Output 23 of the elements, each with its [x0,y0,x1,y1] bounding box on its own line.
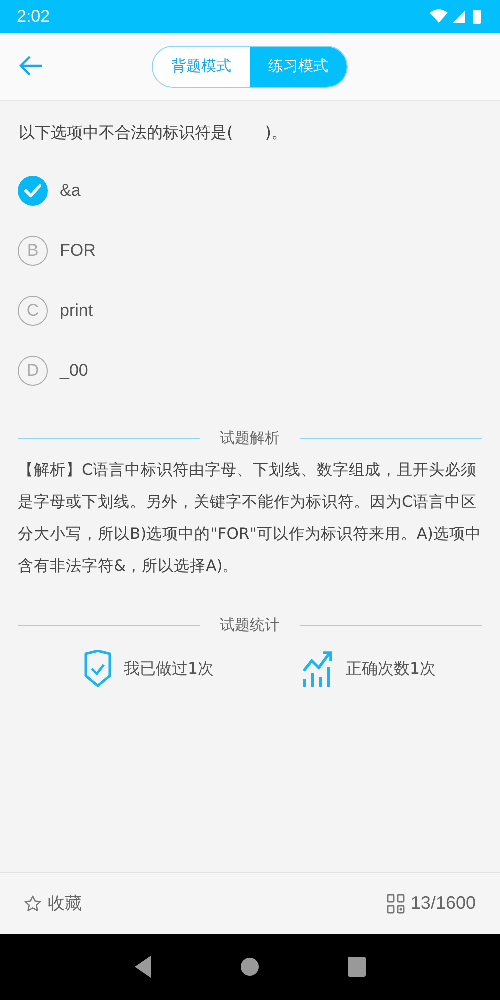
option-text[interactable]: &a [60,181,81,201]
grid-icon [386,894,405,914]
back-icon[interactable] [133,955,154,979]
favorite-button[interactable]: 收藏 [24,892,82,915]
option-text[interactable]: FOR [60,241,96,261]
stat-text: 我已做过1次 [124,658,214,680]
back-arrow-icon[interactable] [18,55,44,77]
check-icon[interactable] [18,176,48,206]
star-icon [24,894,42,912]
progress-button[interactable]: 13/1600 [386,893,476,914]
stat-text: 正确次数1次 [346,658,436,680]
section-heading: 试题统计 [220,616,280,635]
chart-trend-icon [302,649,334,689]
option-text[interactable]: _00 [60,361,88,381]
status-time: 2:02 [17,6,50,26]
question-text: 以下选项中不合法的标识符是( )。 [18,122,288,144]
analysis-text: 【解析】C语言中标识符由字母、下划线、数字组成，且开头必须是字母或下划线。另外，关键字不能作为标识符。因为C语言中区分大小写，所以B)选项中的"FOR"可以作为标识符来用。A)选项中含有非法字符&，所以选择A)。 [17,460,482,577]
shield-check-icon [84,650,112,688]
section-heading: 试题解析 [220,429,280,448]
option-text[interactable]: print [60,301,94,321]
home-icon[interactable] [240,957,260,977]
recents-icon[interactable] [346,956,367,978]
mode-tab[interactable]: 背题模式 [153,46,250,86]
